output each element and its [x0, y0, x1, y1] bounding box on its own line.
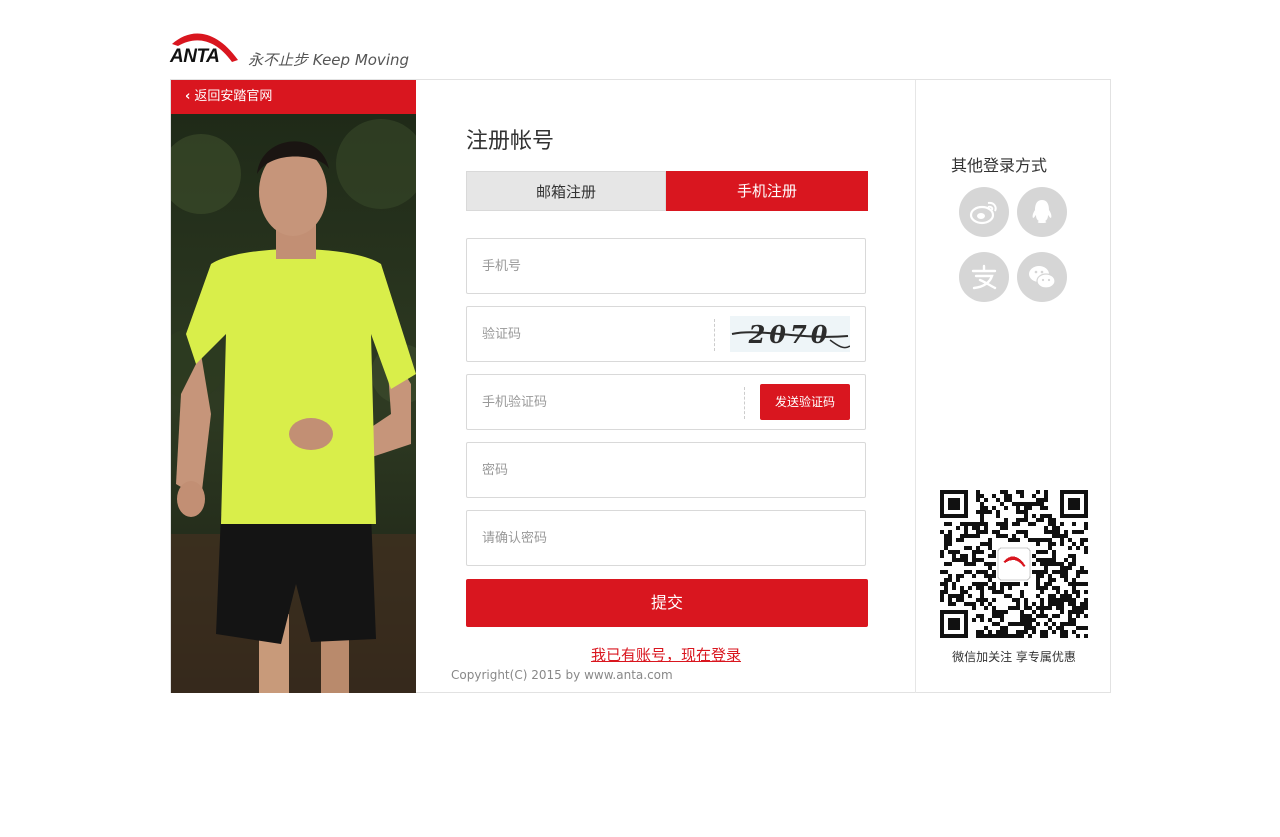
- register-form: 注册帐号 邮箱注册 手机注册 2070 发送验证码: [466, 80, 886, 693]
- alipay-icon: [971, 264, 997, 290]
- back-to-site-link[interactable]: ‹ 返回安踏官网: [171, 80, 416, 114]
- qr-caption: 微信加关注 享专属优惠: [952, 650, 1076, 664]
- confirm-password-field: [466, 510, 866, 566]
- wechat-login-button[interactable]: [1017, 252, 1067, 302]
- page-title: 注册帐号: [466, 129, 555, 154]
- tab-email-register[interactable]: 邮箱注册: [466, 171, 666, 211]
- captcha-image[interactable]: 2070: [730, 316, 850, 352]
- password-input[interactable]: [482, 443, 712, 497]
- wechat-icon: [1029, 266, 1056, 289]
- right-panel: 其他登录方式 微信加关注 享专属优惠: [915, 80, 1111, 693]
- sms-code-field: 发送验证码: [466, 374, 866, 430]
- captcha-input[interactable]: [482, 307, 712, 361]
- left-panel: ‹ 返回安踏官网: [171, 80, 416, 693]
- wechat-qr-code: [940, 490, 1088, 638]
- other-login-title: 其他登录方式: [951, 156, 1048, 175]
- slogan: 永不止步 Keep Moving: [248, 51, 410, 69]
- runner-photo: [171, 114, 416, 693]
- sms-code-input[interactable]: [482, 375, 712, 429]
- copyright-text: Copyright(C) 2015 by www.anta.com: [451, 668, 673, 682]
- alipay-login-button[interactable]: [959, 252, 1009, 302]
- send-code-button[interactable]: 发送验证码: [760, 384, 850, 420]
- weibo-icon: [969, 201, 997, 225]
- field-divider: [744, 387, 745, 419]
- captcha-field: 2070: [466, 306, 866, 362]
- field-divider: [714, 319, 715, 351]
- qq-icon: [1032, 200, 1052, 223]
- qq-login-button[interactable]: [1017, 187, 1067, 237]
- register-card: ‹ 返回安踏官网 注册帐号 邮箱注册 手机注册 手机号 验证码 2070 手机验…: [170, 79, 1111, 693]
- submit-button[interactable]: 提交: [466, 579, 868, 627]
- password-field: [466, 442, 866, 498]
- login-link[interactable]: 我已有账号，现在登录: [466, 644, 866, 665]
- confirm-password-input[interactable]: [482, 511, 712, 565]
- brand-logo[interactable]: ANTA 永不止步 Keep Moving: [170, 30, 430, 70]
- back-link-label: 返回安踏官网: [194, 89, 273, 104]
- register-tabs: 邮箱注册 手机注册: [466, 171, 868, 211]
- phone-field: [466, 238, 866, 294]
- chevron-left-icon: ‹: [185, 89, 191, 104]
- weibo-login-button[interactable]: [959, 187, 1009, 237]
- phone-input[interactable]: [482, 239, 712, 293]
- logo-text: ANTA: [170, 46, 220, 67]
- tab-phone-register[interactable]: 手机注册: [666, 171, 868, 211]
